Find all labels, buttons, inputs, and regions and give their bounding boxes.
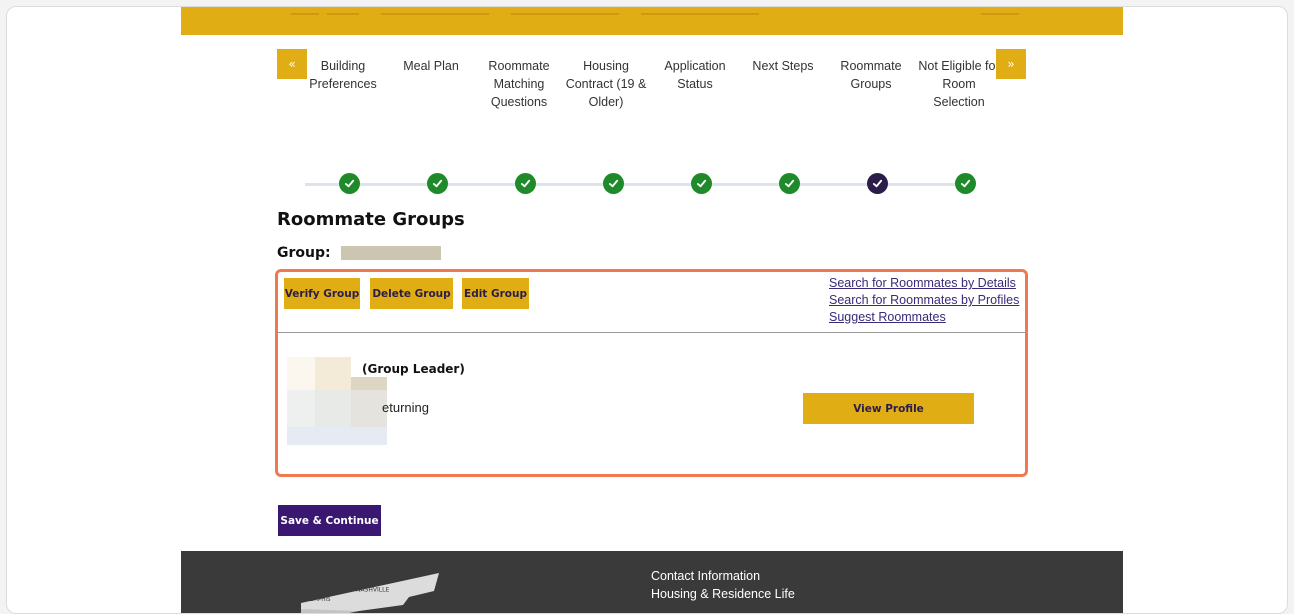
step-roommate-groups[interactable]: Roommate Groups: [827, 57, 915, 93]
panel-divider: [278, 332, 1025, 333]
header-nav-fragment: [641, 13, 759, 15]
search-by-details-link[interactable]: Search for Roommates by Details: [829, 275, 1019, 292]
browser-frame: « Building Preferences Meal Plan Roommat…: [6, 6, 1288, 614]
progress-step-6-complete: [779, 173, 800, 194]
memphis-label: MEMPHIS: [305, 597, 331, 603]
checkmark-icon: [608, 179, 619, 188]
checkmark-icon: [520, 179, 531, 188]
group-name: Group:: [277, 245, 442, 261]
step-application-status[interactable]: Application Status: [651, 57, 739, 93]
header-nav-fragment: [981, 13, 1019, 15]
verify-group-button[interactable]: Verify Group: [284, 278, 360, 309]
header-nav-fragment: [291, 13, 319, 15]
search-by-profiles-link[interactable]: Search for Roommates by Profiles: [829, 292, 1019, 309]
step-building-preferences[interactable]: Building Preferences: [299, 57, 387, 93]
roommate-search-links: Search for Roommates by Details Search f…: [829, 275, 1019, 326]
delete-group-button[interactable]: Delete Group: [370, 278, 453, 309]
header-nav-fragment: [511, 13, 619, 15]
group-label: Group:: [277, 245, 331, 261]
group-panel: Verify Group Delete Group Edit Group Sea…: [275, 269, 1028, 477]
progress-step-2-complete: [427, 173, 448, 194]
progress-step-5-complete: [691, 173, 712, 194]
checkmark-icon: [344, 179, 355, 188]
edit-group-button[interactable]: Edit Group: [462, 278, 529, 309]
member-status: eturning: [382, 400, 429, 415]
nashville-label: NASHVILLE: [356, 587, 389, 594]
site-footer: NASHVILLE MEMPHIS Contact Information Ho…: [181, 551, 1123, 613]
step-navigation: « Building Preferences Meal Plan Roommat…: [277, 49, 1027, 129]
save-continue-button[interactable]: Save & Continue: [278, 505, 381, 536]
next-step-button[interactable]: »: [996, 49, 1026, 79]
header-nav-fragment: [381, 13, 489, 15]
progress-step-7-current: [867, 173, 888, 194]
checkmark-icon: [784, 179, 795, 188]
tennessee-map-graphic: NASHVILLE MEMPHIS: [301, 573, 439, 613]
checkmark-icon: [872, 179, 883, 188]
step-roommate-matching-questions[interactable]: Roommate Matching Questions: [475, 57, 563, 111]
site-header-bar: [181, 7, 1123, 35]
contact-title: Contact Information: [651, 569, 761, 583]
progress-step-4-complete: [603, 173, 624, 194]
checkmark-icon: [960, 179, 971, 188]
progress-step-3-complete: [515, 173, 536, 194]
step-next-steps[interactable]: Next Steps: [739, 57, 827, 75]
progress-step-1-complete: [339, 173, 360, 194]
page-title: Roommate Groups: [277, 209, 465, 230]
redacted-group-name: [341, 246, 442, 260]
contact-information: Contact Information Housing & Residence …: [651, 567, 795, 603]
view-profile-button[interactable]: View Profile: [803, 393, 974, 424]
contact-department: Housing & Residence Life: [651, 587, 795, 601]
checkmark-icon: [696, 179, 707, 188]
suggest-roommates-link[interactable]: Suggest Roommates: [829, 309, 1019, 326]
step-not-eligible[interactable]: Not Eligible for Room Selection: [915, 57, 1003, 111]
progress-step-8-complete: [955, 173, 976, 194]
nashville-marker: [348, 586, 354, 592]
step-housing-contract[interactable]: Housing Contract (19 & Older): [562, 57, 650, 111]
checkmark-icon: [432, 179, 443, 188]
header-nav-fragment: [327, 13, 359, 15]
step-meal-plan[interactable]: Meal Plan: [387, 57, 475, 75]
member-role: (Group Leader): [362, 362, 465, 376]
progress-tracker: [305, 171, 976, 197]
